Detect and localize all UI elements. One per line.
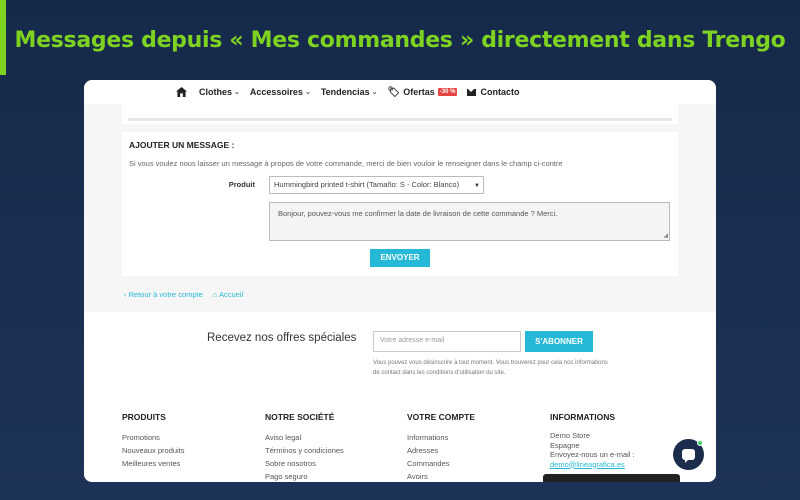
product-label: Produit: [228, 180, 255, 189]
send-button[interactable]: ENVOYER: [370, 249, 430, 267]
chat-widget-button[interactable]: [673, 439, 704, 470]
back-to-account-link[interactable]: ‹ Retour à votre compte: [124, 290, 203, 299]
footer-heading: PRODUITS: [122, 412, 166, 422]
store-name: Demo Store: [550, 431, 591, 440]
footer-col-compte: VOTRE COMPTE Informations Adresses Comma…: [407, 412, 475, 482]
email-prompt: Envoyez-nous un e-mail :: [550, 450, 635, 459]
footer-link[interactable]: Promotions: [122, 431, 185, 444]
footer-col-informations: INFORMATIONS Demo Store Espagne Envoyez-…: [550, 412, 635, 470]
footer-link[interactable]: Nouveaux produits: [122, 444, 185, 457]
discount-badge: -30 %: [437, 88, 458, 96]
footer-link[interactable]: Avoirs: [407, 470, 475, 482]
footer-link[interactable]: Términos y condiciones: [265, 444, 344, 457]
nav-item-ofertas[interactable]: 🏷 Ofertas -30 %: [388, 87, 458, 98]
footer-heading: VOTRE COMPTE: [407, 412, 476, 422]
footer-heading: INFORMATIONS: [550, 412, 616, 422]
select-arrow-icon: ▼: [472, 183, 480, 189]
chat-icon: [682, 449, 695, 463]
footer-link[interactable]: Sobre nosotros: [265, 457, 344, 470]
product-row: Produit Hummingbird printed t-shirt (Tam…: [122, 176, 678, 194]
nav-item-contacto[interactable]: Contacto: [467, 87, 519, 97]
nav-item-accessoires[interactable]: Accessoires ⌄: [250, 87, 311, 97]
store-country: Espagne: [550, 440, 580, 450]
product-select[interactable]: Hummingbird printed t-shirt (Tamaño: S -…: [269, 176, 484, 194]
home-icon[interactable]: [176, 87, 187, 97]
footer-link[interactable]: Aviso legal: [265, 431, 344, 444]
footer-col-produits: PRODUITS Promotions Nouveaux produits Me…: [122, 412, 185, 470]
footer-link[interactable]: Pago seguro: [265, 470, 344, 482]
subscribe-button[interactable]: S'ABONNER: [525, 331, 593, 352]
footer-link[interactable]: Adresses: [407, 444, 475, 457]
footer-link[interactable]: Informations: [407, 431, 475, 444]
nav-item-clothes[interactable]: Clothes ⌄: [199, 87, 240, 97]
home-link[interactable]: ⌂ Accueil: [213, 290, 243, 299]
message-textarea[interactable]: Bonjour, pouvez-vous me confirmer la dat…: [269, 202, 670, 241]
newsletter-note: Vous pouvez vous désinscrire à tout mome…: [373, 360, 608, 376]
chevron-down-icon: ⌄: [234, 89, 240, 96]
newsletter-title: Recevez nos offres spéciales: [207, 332, 357, 344]
add-message-card: AJOUTER UN MESSAGE : Si vous voulez nous…: [122, 132, 678, 276]
footer-col-societe: NOTRE SOCIÉTÉ Aviso legal Términos y con…: [265, 412, 344, 482]
account-links: ‹ Retour à votre compte ⌂ Accueil: [124, 290, 253, 299]
banner-title: Messages depuis « Mes commandes » direct…: [14, 28, 786, 53]
chevron-down-icon: ⌄: [304, 89, 311, 96]
mail-icon: [467, 88, 477, 96]
tag-icon: 🏷: [387, 86, 401, 98]
chat-tooltip: [543, 474, 680, 482]
nav-item-tendencias[interactable]: Tendencias ⌄: [321, 87, 378, 97]
previous-section-strip: [122, 104, 678, 124]
footer-heading: NOTRE SOCIÉTÉ: [265, 412, 335, 422]
newsletter-email-input[interactable]: Votre adresse e-mail: [373, 331, 521, 352]
chevron-down-icon: ⌄: [371, 89, 378, 96]
message-description: Si vous voulez nous laisser un message à…: [129, 159, 563, 168]
newsletter-footer: Recevez nos offres spéciales Votre adres…: [84, 312, 716, 482]
message-heading: AJOUTER UN MESSAGE :: [129, 140, 235, 150]
browser-window: Clothes ⌄ Accessoires ⌄ Tendencias ⌄ 🏷 Ofer…: [84, 80, 716, 482]
online-status-dot: [697, 440, 703, 446]
footer-link[interactable]: Meilleures ventes: [122, 457, 185, 470]
resize-handle-icon[interactable]: ◢: [663, 232, 668, 239]
footer-link[interactable]: Commandes: [407, 457, 475, 470]
top-navigation: Clothes ⌄ Accessoires ⌄ Tendencias ⌄ 🏷 Ofer…: [84, 80, 716, 104]
store-email-link[interactable]: demo@lineagrafica.es: [550, 460, 635, 470]
